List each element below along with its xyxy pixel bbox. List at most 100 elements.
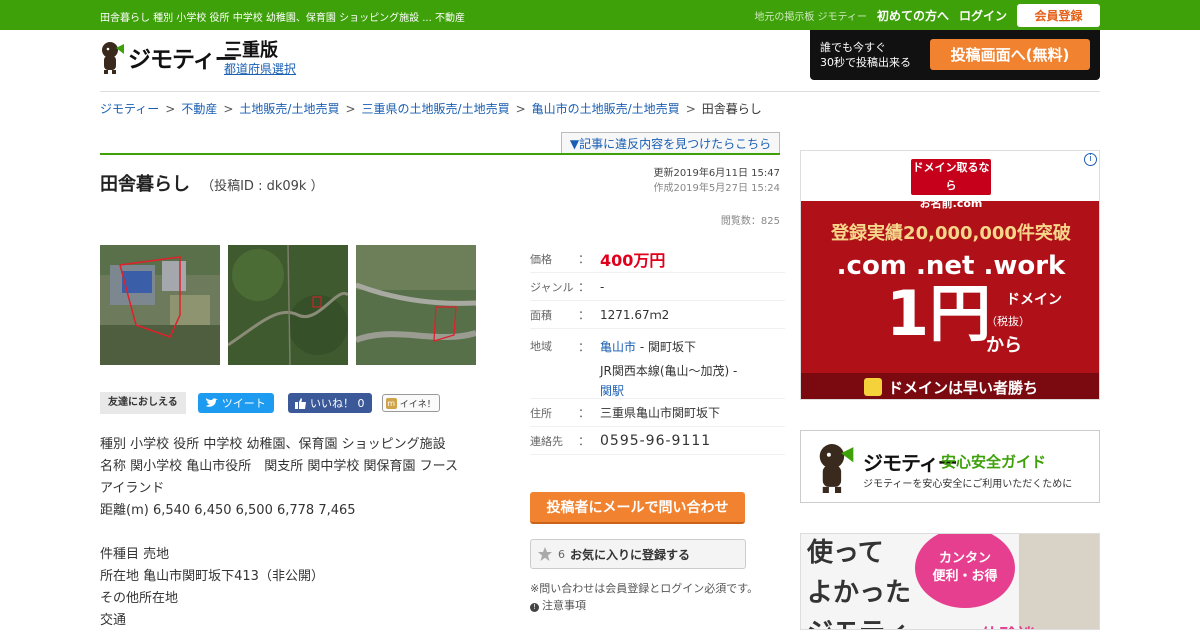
breadcrumb-link[interactable]: 亀山市の土地販売/土地売買 bbox=[532, 102, 680, 116]
iine-label: イイネ！ bbox=[399, 399, 436, 410]
breadcrumb-link[interactable]: 不動産 bbox=[181, 102, 217, 116]
mixi-icon: m bbox=[385, 397, 397, 409]
favorite-count: 6 bbox=[558, 547, 565, 561]
post-description: 種別 小学校 役所 中学校 幼稚園、保育園 ショッピング施設 名称 関小学校 亀… bbox=[100, 434, 480, 632]
info-key: ジャンル bbox=[530, 280, 574, 294]
ad-record-text: 登録実績20,000,000件突破 bbox=[831, 223, 1071, 244]
login-link[interactable]: ログイン bbox=[959, 7, 1007, 24]
testimonial-banner[interactable]: 使って よかった ジモティー カンタン 便利・お得 体験談 bbox=[800, 533, 1100, 630]
banner-line: よかった bbox=[807, 578, 912, 608]
area-value: 1271.67ｍ2 bbox=[600, 308, 670, 322]
description-line: アイランド bbox=[100, 481, 165, 496]
address-value: 三重県亀山市関町坂下 bbox=[600, 406, 721, 420]
description-line: 名称 関小学校 亀山市役所 関支所 関中学校 関保育園 フース bbox=[100, 459, 459, 474]
description-line: 種別 小学校 役所 中学校 幼稚園、保育園 ショッピング施設 bbox=[100, 437, 446, 452]
share-bar: 友達におしえる ツイート いいね！ 0 m イイネ！ bbox=[100, 392, 440, 414]
city-link[interactable]: 亀山市 bbox=[600, 340, 636, 354]
ad-slogan-bar: ドメインは早い者勝ち bbox=[801, 373, 1099, 399]
favorite-button[interactable]: 6 お気に入りに登録する bbox=[530, 539, 746, 569]
info-key: 価格 bbox=[530, 252, 552, 266]
breadcrumb-separator: > bbox=[223, 102, 234, 116]
mascot-icon bbox=[819, 444, 854, 493]
info-colon: ： bbox=[578, 406, 591, 420]
safety-guide-banner[interactable]: ジモティー 安心安全ガイド ジモティーを安心安全にご利用いただくために bbox=[800, 430, 1100, 503]
station-link[interactable]: 関駅 bbox=[600, 384, 624, 398]
post-button[interactable]: 投稿画面へ(無料) bbox=[930, 39, 1090, 70]
breadcrumb-link[interactable]: ジモティー bbox=[100, 102, 159, 116]
header-divider bbox=[100, 91, 1100, 92]
breadcrumb-link[interactable]: 土地販売/土地売買 bbox=[239, 102, 339, 116]
warning-icon: ! bbox=[530, 603, 539, 612]
post-cta-line2: 30秒で投稿出来る bbox=[820, 56, 911, 69]
notes: ※問い合わせは会員登録とログイン必須です。 ! 注意事項 bbox=[530, 580, 758, 614]
photo-thumbnail[interactable] bbox=[100, 245, 220, 365]
banner-badge: カンタン 便利・お得 bbox=[915, 534, 1015, 608]
logo-wordmark: ジモティー bbox=[128, 47, 238, 73]
info-key: 連絡先 bbox=[530, 434, 563, 448]
share-label: 友達におしえる bbox=[100, 392, 186, 414]
info-colon: ： bbox=[578, 340, 591, 354]
info-row-address: 住所 ： 三重県亀山市関町坂下 bbox=[530, 399, 785, 427]
info-key: 地域 bbox=[530, 340, 552, 353]
info-table: 価格 ： 400万円 ジャンル ： - 面積 ： 1271.67ｍ2 地域 ： … bbox=[530, 245, 785, 455]
post-cta-banner[interactable]: 誰でも今すぐ 30秒で投稿出来る 投稿画面へ(無料) bbox=[810, 30, 1100, 80]
prefecture-block: 三重版 都道府県選択 bbox=[224, 41, 296, 77]
tweet-button[interactable]: ツイート bbox=[197, 393, 274, 413]
twitter-bird-icon bbox=[205, 398, 218, 407]
photo-thumbnail[interactable] bbox=[356, 245, 476, 365]
caution-link[interactable]: 注意事項 bbox=[542, 599, 586, 612]
report-violation-link[interactable]: ▼記事に違反内容を見つけたらこちら bbox=[561, 132, 780, 153]
breadcrumb: ジモティー > 不動産 > 土地販売/土地売買 > 三重県の土地販売/土地売買 > 亀山市の土地… bbox=[100, 100, 762, 117]
badge-line: カンタン bbox=[938, 551, 991, 566]
updated-date: 更新2019年6月11日 15:47 bbox=[653, 168, 780, 179]
region-value: 亀山市 - 関町坂下 JR関西本線(亀山～加茂) - 関駅 bbox=[600, 337, 785, 398]
view-count: 閲覧数：825 bbox=[720, 216, 780, 227]
ad-tax: （税抜） bbox=[986, 315, 1030, 328]
photo-thumbnail[interactable] bbox=[228, 245, 348, 365]
info-row-genre: ジャンル ： - bbox=[530, 273, 785, 301]
info-row-price: 価格 ： 400万円 bbox=[530, 245, 785, 273]
prefecture-select-link[interactable]: 都道府県選択 bbox=[224, 61, 296, 77]
breadcrumb-separator: > bbox=[685, 102, 696, 116]
ad-from: から bbox=[986, 335, 1022, 356]
info-row-region: 地域 ： 亀山市 - 関町坂下 JR関西本線(亀山～加茂) - 関駅 bbox=[530, 329, 785, 399]
register-button[interactable]: 会員登録 bbox=[1017, 4, 1100, 27]
banner-line: ジモティー bbox=[807, 618, 935, 629]
info-key: 住所 bbox=[530, 406, 552, 420]
iine-button[interactable]: m イイネ！ bbox=[381, 394, 440, 412]
info-icon[interactable]: i bbox=[1084, 153, 1097, 166]
badge-line: 便利・お得 bbox=[932, 569, 998, 584]
domain-ad-banner[interactable]: ドメイン取るなら お名前.com i 登録実績20,000,000件突破 .co… bbox=[800, 150, 1100, 400]
thumbs-up-icon bbox=[863, 378, 882, 396]
facebook-thumb-icon bbox=[294, 397, 306, 409]
post-cta-text: 誰でも今すぐ 30秒で投稿出来る bbox=[820, 40, 911, 70]
description-line: 距離(m) 6,540 6,450 6,500 6,778 7,465 bbox=[100, 503, 356, 518]
guide-title: 安心安全ガイド bbox=[941, 453, 1047, 471]
star-icon bbox=[538, 547, 552, 561]
banner-line: 使って bbox=[807, 538, 884, 568]
breadcrumb-link[interactable]: 三重県の土地販売/土地売買 bbox=[362, 102, 510, 116]
genre-value: - bbox=[600, 279, 605, 294]
info-colon: ： bbox=[578, 308, 591, 322]
ad-price: 1円 bbox=[886, 277, 992, 350]
breadcrumb-separator: > bbox=[515, 102, 526, 116]
top-bar: 田舎暮らし 種別 小学校 役所 中学校 幼稚園、保育園 ショッピング施設 ...… bbox=[0, 0, 1200, 30]
info-row-contact: 連絡先 ： 0595-96-9111 bbox=[530, 427, 785, 455]
description-line: 所在地 亀山市関町坂下413（非公開） bbox=[100, 569, 324, 584]
site-logo[interactable]: ジモティー bbox=[100, 40, 238, 74]
mascot-icon bbox=[102, 42, 124, 74]
price-value: 400万円 bbox=[600, 250, 666, 270]
info-key: 面積 bbox=[530, 308, 552, 322]
description-line: 件種目 売地 bbox=[100, 547, 170, 562]
contact-mail-button[interactable]: 投稿者にメールで問い合わせ bbox=[530, 492, 745, 524]
first-time-link[interactable]: 初めての方へ bbox=[877, 7, 949, 24]
like-label: いいね！ 0 bbox=[309, 397, 365, 410]
favorite-label: お気に入りに登録する bbox=[570, 547, 691, 562]
post-id: （投稿ID : dk09k ） bbox=[201, 179, 324, 194]
breadcrumb-separator: > bbox=[345, 102, 356, 116]
post-title: 田舎暮らし bbox=[100, 174, 190, 195]
login-required-note: ※問い合わせは会員登録とログイン必須です。 bbox=[530, 582, 759, 595]
aerial-photo-image bbox=[356, 245, 476, 365]
guide-description: ジモティーを安心安全にご利用いただくために bbox=[863, 479, 1073, 490]
facebook-like-button[interactable]: いいね！ 0 bbox=[287, 393, 372, 413]
